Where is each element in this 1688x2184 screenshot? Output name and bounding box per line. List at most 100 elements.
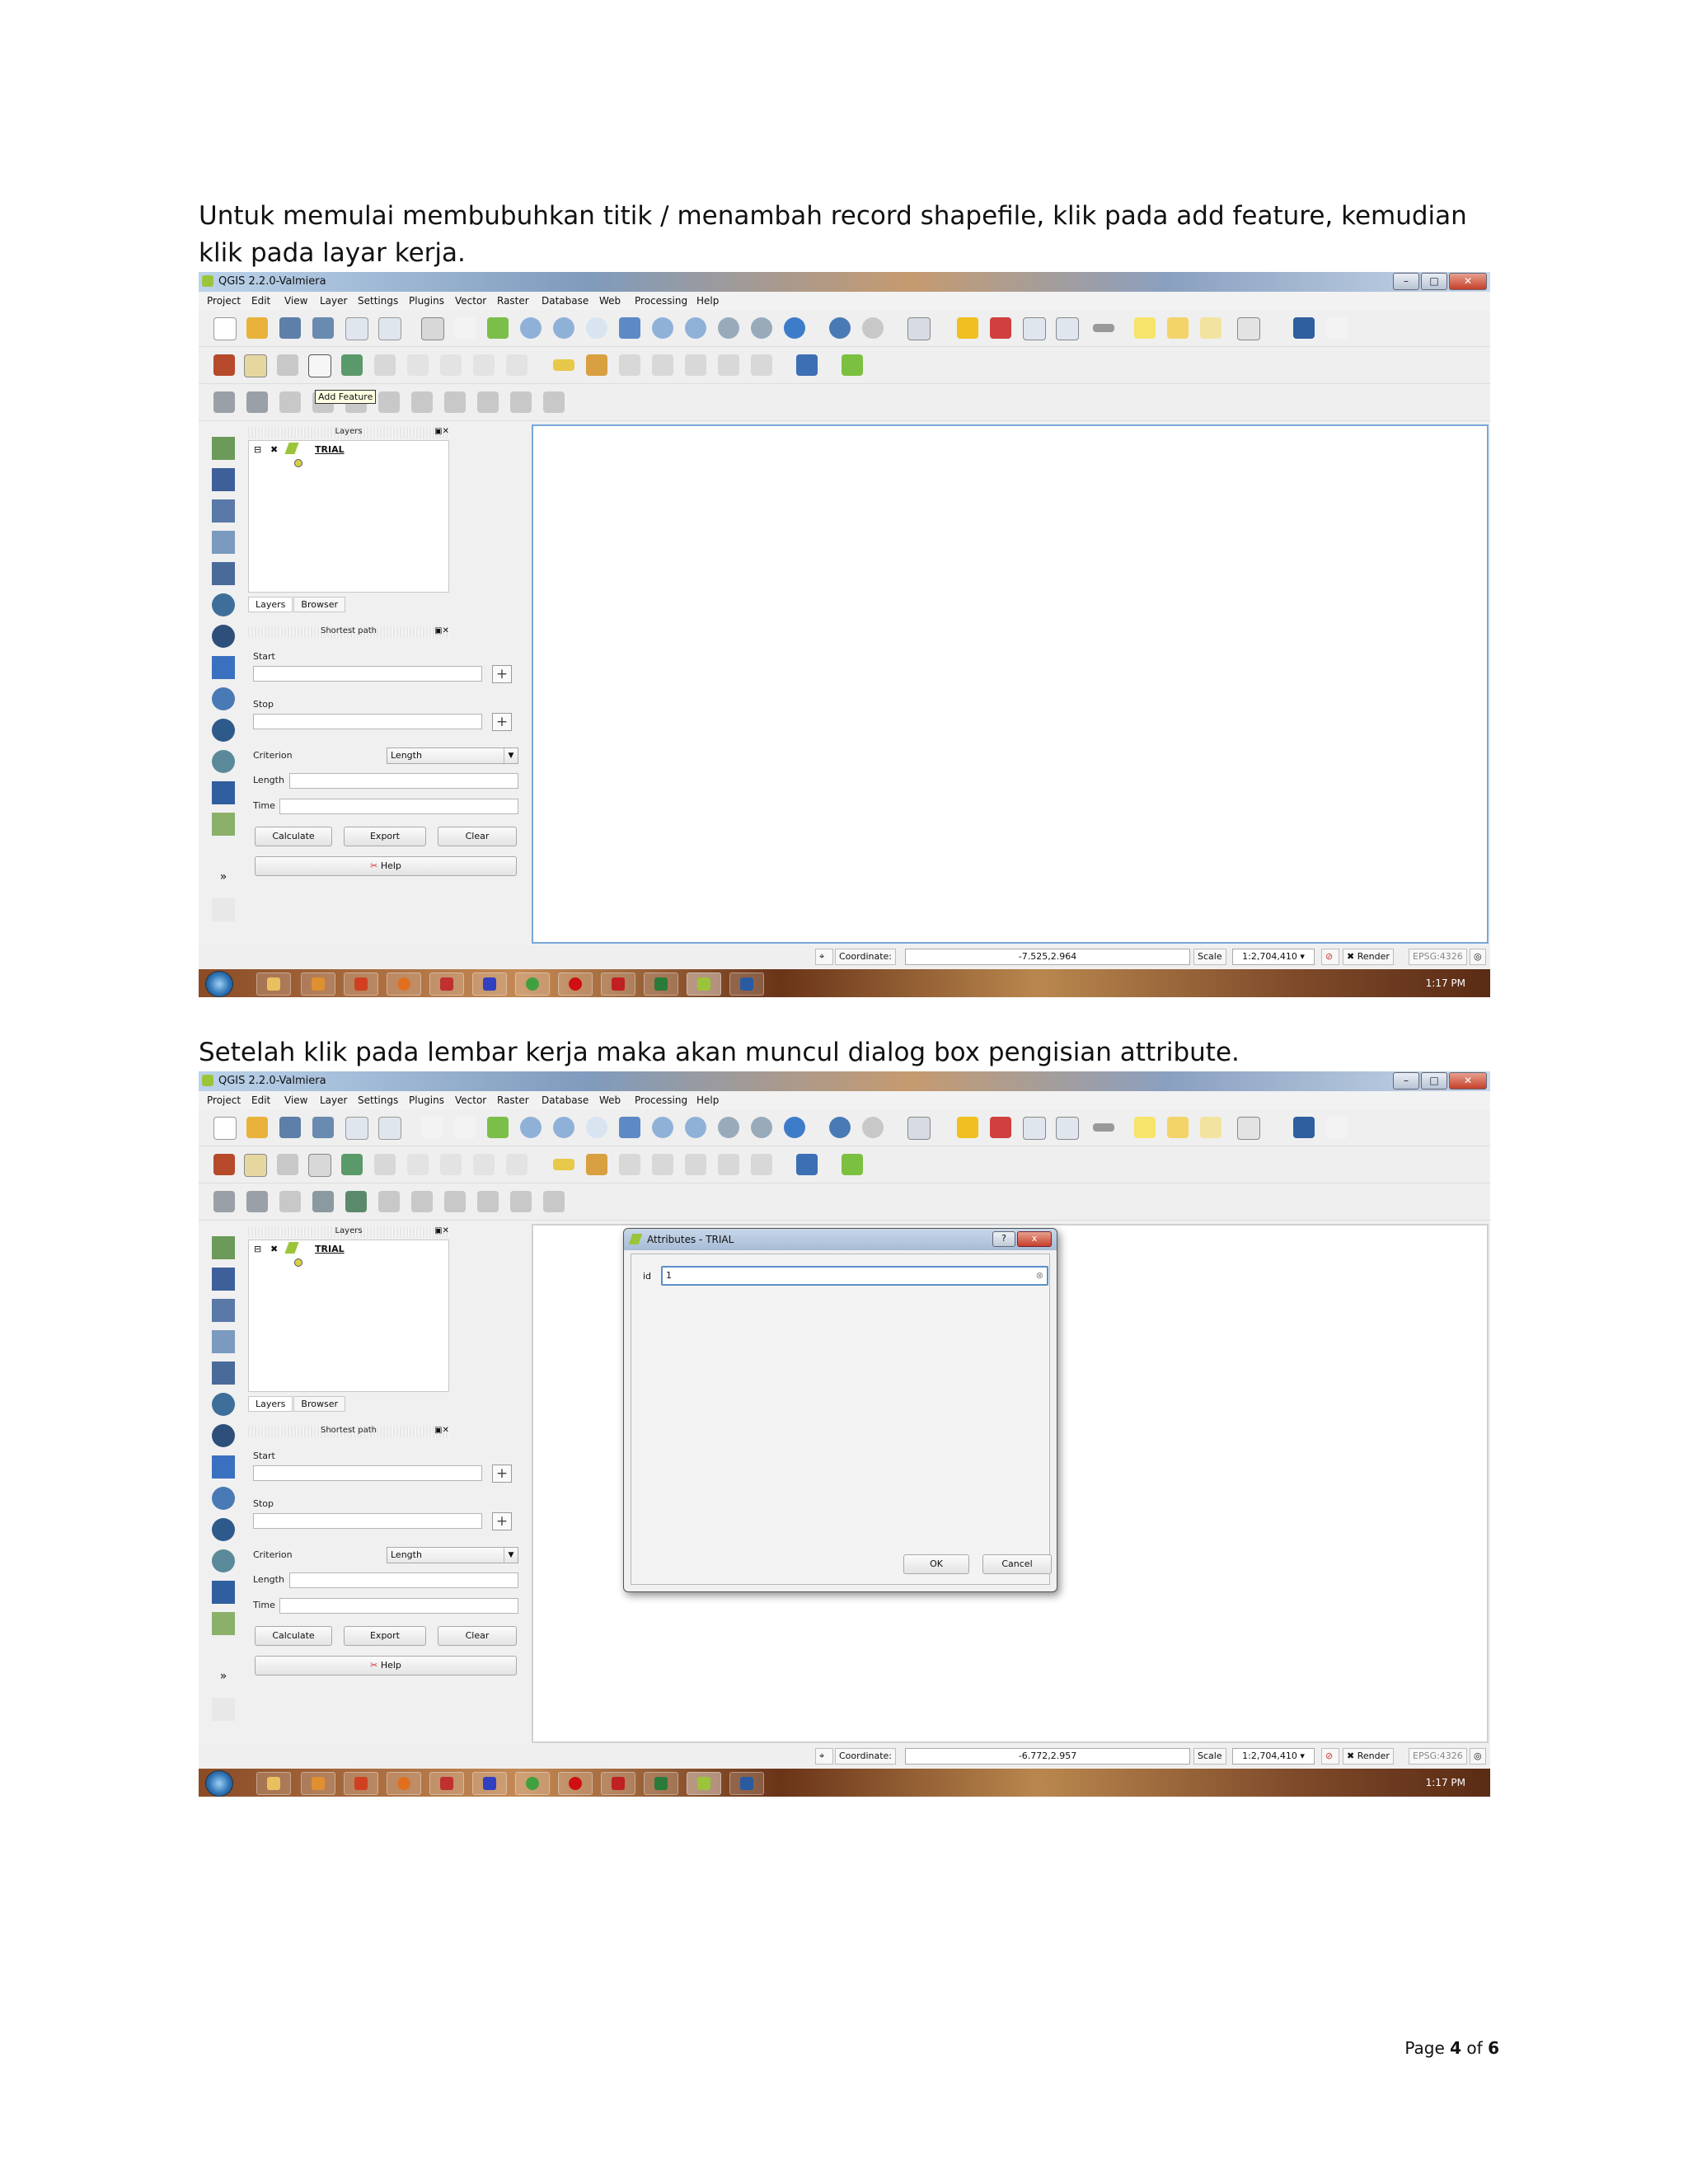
menu-edit[interactable]: Edit (251, 1094, 270, 1106)
touch-zoom-icon[interactable] (421, 1117, 443, 1138)
stop-field[interactable] (253, 714, 482, 729)
delete-part-icon[interactable] (444, 1191, 466, 1212)
python-plugin-icon[interactable] (842, 1154, 863, 1175)
paste-features-icon[interactable] (506, 354, 528, 376)
taskbar-qgis[interactable] (687, 972, 721, 996)
crs-status[interactable]: EPSG:4326 (1409, 1748, 1467, 1765)
move-label-icon[interactable] (685, 1154, 706, 1175)
print-composer-icon[interactable] (345, 317, 368, 340)
attribute-table-icon[interactable] (1023, 317, 1046, 340)
menu-settings[interactable]: Settings (358, 1094, 398, 1106)
taskbar-app-5[interactable] (429, 972, 464, 996)
ok-button[interactable]: OK (903, 1554, 969, 1574)
export-button[interactable]: Export (344, 827, 426, 846)
add-wfs-layer-icon[interactable] (212, 1487, 235, 1510)
system-clock[interactable]: 1:17 PM (1426, 1777, 1465, 1788)
taskbar-media[interactable] (301, 1772, 335, 1795)
show-hide-labels-icon[interactable] (652, 354, 673, 376)
taskbar-app-3[interactable] (344, 972, 378, 996)
taskbar-excel[interactable] (644, 972, 678, 996)
start-field[interactable] (253, 1465, 482, 1481)
select-features-icon[interactable] (907, 1117, 931, 1140)
menu-edit[interactable]: Edit (251, 295, 270, 307)
zoom-to-layer-icon[interactable] (652, 317, 673, 339)
taskbar-app-3[interactable] (344, 1772, 378, 1795)
add-wcs-layer-icon[interactable] (212, 1455, 235, 1479)
system-clock[interactable]: 1:17 PM (1426, 977, 1465, 989)
refresh-icon[interactable] (784, 317, 805, 339)
add-postgis-layer-icon[interactable] (212, 1299, 235, 1322)
minimize-button[interactable]: – (1393, 273, 1419, 290)
calculate-button[interactable]: Calculate (255, 1626, 332, 1646)
zoom-native-icon[interactable] (586, 1117, 607, 1138)
add-raster-layer-icon[interactable] (212, 468, 235, 491)
print-composer-icon[interactable] (345, 1117, 368, 1140)
add-part-icon[interactable] (345, 1191, 367, 1212)
fill-ring-icon[interactable] (378, 1191, 400, 1212)
layer-name[interactable]: TRIAL (315, 1244, 345, 1254)
cut-features-icon[interactable] (440, 354, 462, 376)
zoom-in-icon[interactable] (520, 1117, 542, 1138)
simplify-feature-icon[interactable] (279, 391, 301, 413)
move-toolbar-handle-icon[interactable] (212, 1698, 235, 1721)
taskbar-opera[interactable] (558, 1772, 593, 1795)
zoom-in-icon[interactable] (520, 317, 542, 339)
map-tips-icon[interactable] (1134, 317, 1156, 339)
coordinate-toggle-icon[interactable]: ⌖ (815, 949, 833, 965)
whats-this-icon[interactable] (1326, 1117, 1348, 1138)
text-annotation-icon[interactable] (1237, 1117, 1260, 1140)
new-project-icon[interactable] (213, 317, 237, 340)
menu-plugins[interactable]: Plugins (409, 295, 444, 307)
show-bookmarks-icon[interactable] (1200, 317, 1221, 339)
undo-icon[interactable] (213, 391, 235, 413)
export-button[interactable]: Export (344, 1626, 426, 1646)
dock-buttons[interactable]: ▣✕ (434, 427, 449, 436)
menu-settings[interactable]: Settings (358, 295, 398, 307)
menu-layer[interactable]: Layer (320, 295, 347, 307)
taskbar-explorer[interactable] (256, 972, 291, 996)
time-field[interactable] (279, 799, 518, 814)
whats-this-icon[interactable] (1326, 317, 1348, 339)
toggle-editing-icon[interactable] (244, 354, 267, 377)
add-postgis-layer-icon[interactable] (212, 499, 235, 523)
zoom-native-icon[interactable] (586, 317, 607, 339)
add-gpx-layer-icon[interactable] (212, 1581, 235, 1604)
zoom-out-icon[interactable] (553, 317, 574, 339)
coordinate-value[interactable]: -6.772,2.957 (905, 1748, 1190, 1765)
copy-features-icon[interactable] (473, 1154, 495, 1175)
menu-web[interactable]: Web (599, 1094, 621, 1106)
add-gpx-layer-icon[interactable] (212, 781, 235, 804)
help-button[interactable]: ✂ Help (255, 856, 517, 876)
save-as-icon[interactable] (312, 317, 334, 339)
tab-browser[interactable]: Browser (293, 1396, 345, 1412)
add-feature-icon[interactable] (308, 1154, 331, 1177)
render-checkbox[interactable]: ✖ Render (1343, 1748, 1394, 1765)
save-project-icon[interactable] (279, 1117, 301, 1138)
dialog-close-button[interactable]: x (1017, 1231, 1052, 1247)
add-raster-layer-icon[interactable] (212, 1268, 235, 1291)
layer-tree[interactable]: ⊟ ✖ TRIAL (248, 440, 449, 593)
criterion-select[interactable]: Length ▼ (387, 748, 518, 764)
move-toolbar-handle-icon[interactable] (212, 898, 235, 921)
delete-selected-icon[interactable] (407, 1154, 429, 1175)
menu-processing[interactable]: Processing (635, 295, 687, 307)
zoom-next-icon[interactable] (751, 1117, 772, 1138)
measure-icon[interactable] (1093, 324, 1114, 332)
redo-icon[interactable] (246, 391, 268, 413)
visibility-checkbox[interactable]: ✖ (270, 1244, 278, 1254)
tab-layers[interactable]: Layers (248, 597, 293, 612)
change-label-icon[interactable] (751, 354, 772, 376)
menu-view[interactable]: View (284, 1094, 307, 1106)
delete-ring-icon[interactable] (411, 1191, 433, 1212)
expression-select-icon[interactable] (990, 1117, 1011, 1138)
touch-zoom-icon[interactable] (421, 317, 444, 340)
show-hide-labels-icon[interactable] (652, 1154, 673, 1175)
open-project-icon[interactable] (246, 317, 268, 339)
menu-web[interactable]: Web (599, 295, 621, 307)
menu-processing[interactable]: Processing (635, 1094, 687, 1106)
add-vector-layer-icon[interactable] (212, 437, 235, 460)
visibility-checkbox[interactable]: ✖ (270, 444, 278, 455)
calculate-button[interactable]: Calculate (255, 827, 332, 846)
add-delimited-text-icon[interactable] (212, 719, 235, 742)
render-checkbox[interactable]: ✖ Render (1343, 949, 1394, 965)
